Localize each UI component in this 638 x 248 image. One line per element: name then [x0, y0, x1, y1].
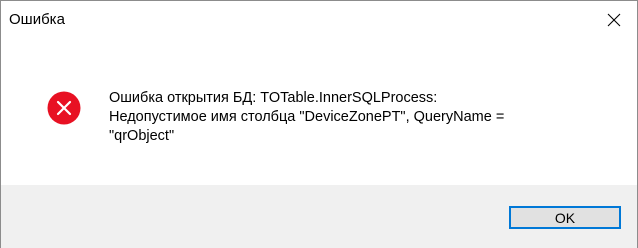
window-title: Ошибка [9, 11, 65, 28]
title-bar: Ошибка [1, 1, 637, 39]
close-icon [607, 13, 621, 27]
error-icon [47, 91, 81, 125]
error-dialog-window: Ошибка Ошибка открытия БД: TOTable.Inner… [0, 0, 638, 248]
ok-button-label: OK [554, 209, 576, 226]
dialog-footer: OK [1, 185, 637, 248]
dialog-content: Ошибка открытия БД: TOTable.InnerSQLProc… [1, 39, 637, 185]
close-button[interactable] [591, 1, 637, 39]
ok-button[interactable]: OK [509, 206, 621, 229]
error-message: Ошибка открытия БД: TOTable.InnerSQLProc… [109, 90, 505, 144]
